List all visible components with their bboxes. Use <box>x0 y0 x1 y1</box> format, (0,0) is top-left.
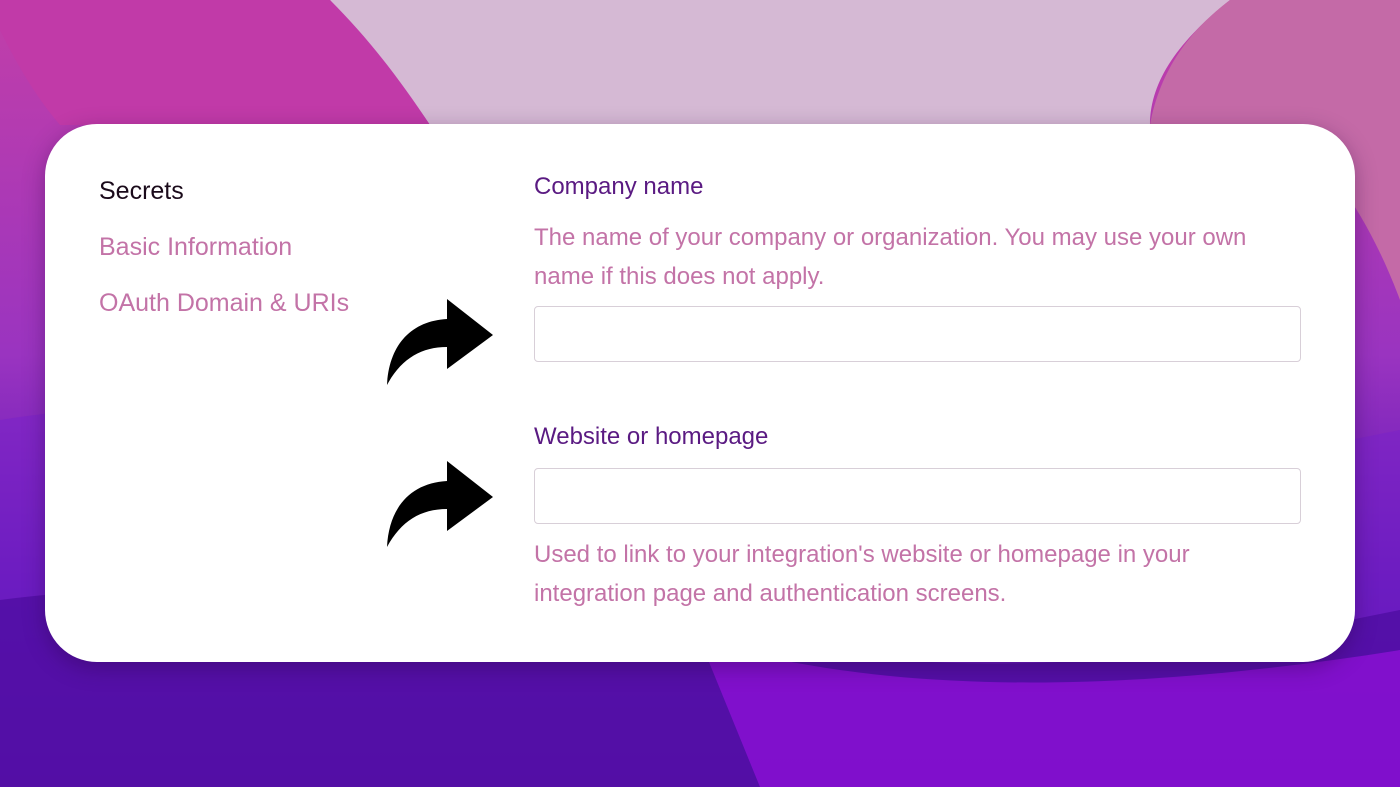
company-name-help-text: The name of your company or organization… <box>534 224 1247 290</box>
curved-arrow-right-icon <box>385 297 497 389</box>
company-name-input[interactable] <box>534 306 1301 362</box>
settings-card: Secrets Basic Information OAuth Domain &… <box>45 124 1355 662</box>
website-help-text: Used to link to your integration's websi… <box>534 541 1190 607</box>
website-input[interactable] <box>534 468 1301 524</box>
website-label: Website or homepage <box>534 423 769 450</box>
company-name-label: Company name <box>534 173 704 200</box>
sidebar-item-oauth-domain-uris[interactable]: OAuth Domain & URIs <box>99 288 399 318</box>
sidebar-item-basic-information[interactable]: Basic Information <box>99 232 399 262</box>
curved-arrow-right-icon <box>385 459 497 551</box>
sidebar-item-secrets[interactable]: Secrets <box>99 176 399 206</box>
sidebar-nav: Secrets Basic Information OAuth Domain &… <box>99 176 399 344</box>
